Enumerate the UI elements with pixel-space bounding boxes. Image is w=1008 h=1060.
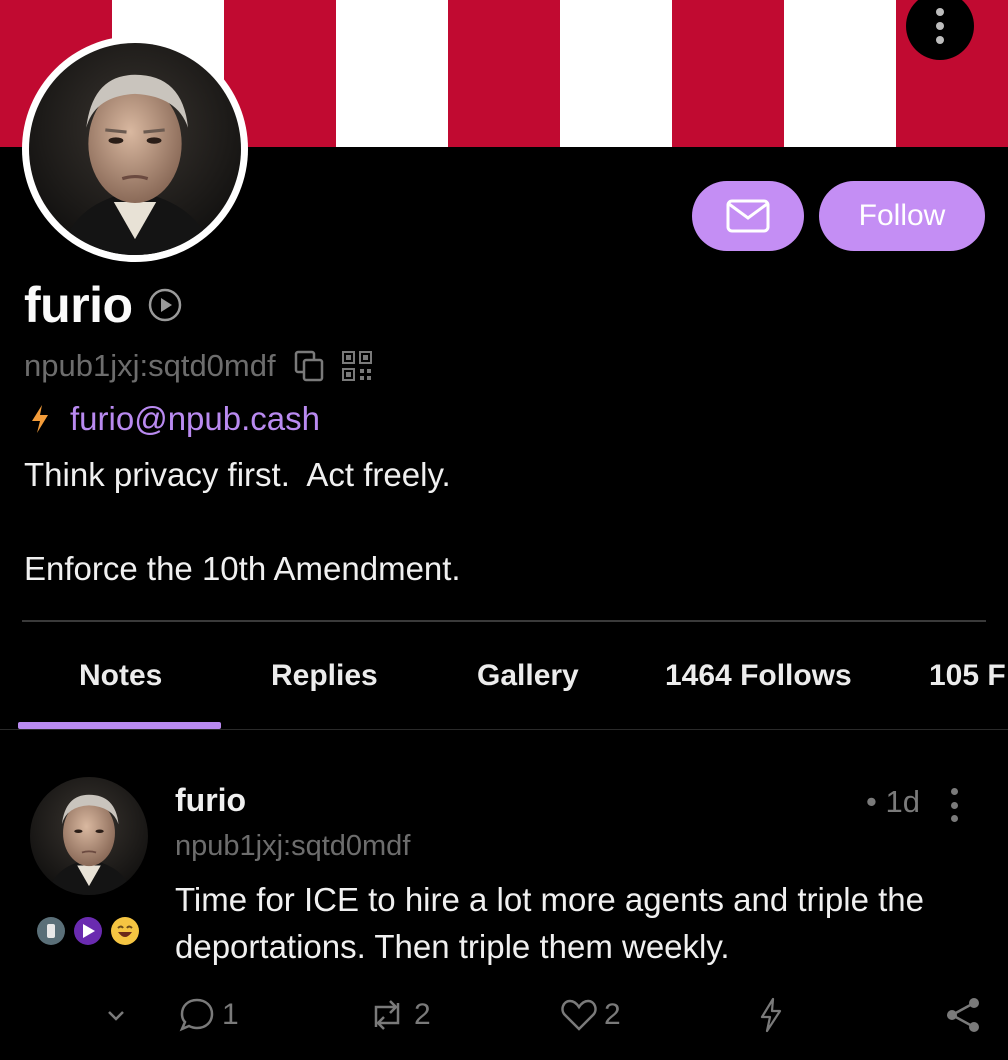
note-author-name[interactable]: furio xyxy=(175,782,246,819)
bio-line-1: Think privacy first. Act freely. xyxy=(24,456,451,493)
heart-icon xyxy=(561,999,597,1031)
banner-stripe xyxy=(784,0,896,147)
portrait-image xyxy=(29,43,241,255)
divider xyxy=(22,620,986,622)
note-timestamp: • 1d xyxy=(866,784,920,819)
lightning-address-row: furio@npub.cash xyxy=(30,400,320,438)
note-menu-button[interactable] xyxy=(946,788,962,822)
active-tab-indicator xyxy=(18,722,221,729)
vertical-dots-icon xyxy=(936,8,944,16)
tab-follows[interactable]: 1464 Follows xyxy=(665,640,852,712)
expand-button[interactable] xyxy=(104,990,128,1040)
banner-stripe xyxy=(336,0,448,147)
lightning-icon xyxy=(760,997,782,1033)
repost-count: 2 xyxy=(414,998,431,1031)
zap-button[interactable] xyxy=(758,990,784,1040)
chevron-down-icon xyxy=(108,1011,124,1021)
share-button[interactable] xyxy=(944,990,982,1040)
follow-button[interactable]: Follow xyxy=(819,181,985,251)
profile-tabs: Notes Replies Gallery 1464 Follows 105 F xyxy=(0,640,1008,730)
mail-icon xyxy=(726,199,770,233)
message-button[interactable] xyxy=(692,181,804,251)
repost-button[interactable]: 2 xyxy=(366,990,431,1040)
profile-avatar[interactable] xyxy=(22,36,248,262)
divider xyxy=(0,729,1008,730)
lightning-address-link[interactable]: furio@npub.cash xyxy=(70,400,320,438)
note-author-avatar[interactable] xyxy=(30,777,148,895)
tab-notes[interactable]: Notes xyxy=(79,640,162,712)
banner-stripe xyxy=(560,0,672,147)
banner-stripe xyxy=(672,0,784,147)
profile-npub-row: npub1jxj:sqtd0mdf xyxy=(24,348,372,384)
portrait-image xyxy=(30,777,148,895)
vertical-dots-icon xyxy=(950,788,958,795)
tab-followers[interactable]: 105 F xyxy=(929,640,1006,712)
profile-npub: npub1jxj:sqtd0mdf xyxy=(24,348,276,383)
repost-icon xyxy=(374,1000,400,1030)
note-author-npub: npub1jxj:sqtd0mdf xyxy=(175,830,411,862)
laughing-emoji-badge-icon[interactable] xyxy=(110,916,140,946)
badge-row xyxy=(36,916,140,946)
note-content: Time for ICE to hire a lot more agents a… xyxy=(175,881,924,965)
tab-replies[interactable]: Replies xyxy=(271,640,378,712)
reply-count: 1 xyxy=(222,998,239,1031)
lightning-icon xyxy=(32,405,48,433)
profile-name: furio xyxy=(24,277,133,333)
like-button[interactable]: 2 xyxy=(560,990,621,1040)
comment-icon xyxy=(179,998,214,1032)
like-count: 2 xyxy=(604,998,621,1031)
note-actions: 1 2 2 xyxy=(0,990,1008,1040)
badge-icon[interactable] xyxy=(36,916,66,946)
bio-line-2: Enforce the 10th Amendment. xyxy=(24,550,461,587)
reply-button[interactable]: 1 xyxy=(178,990,239,1040)
banner-stripe xyxy=(448,0,560,147)
badge-icon[interactable] xyxy=(73,916,103,946)
copy-icon[interactable] xyxy=(294,350,324,382)
play-circle-icon[interactable] xyxy=(147,287,183,323)
tab-gallery[interactable]: Gallery xyxy=(477,640,579,712)
qr-code-icon[interactable] xyxy=(341,351,372,381)
share-icon xyxy=(947,998,979,1032)
profile-name-row: furio xyxy=(24,276,183,334)
